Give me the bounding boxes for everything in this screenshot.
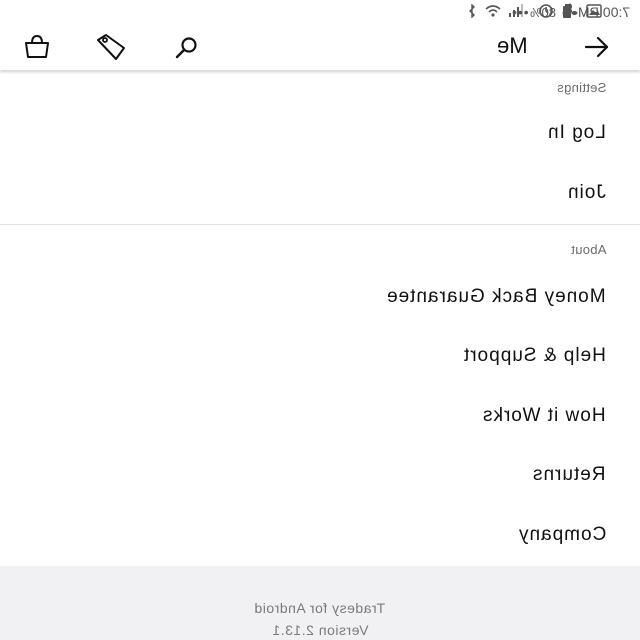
alarm-icon <box>538 3 554 22</box>
bluetooth-icon <box>466 2 478 21</box>
menu-item-join[interactable]: Join <box>0 166 640 222</box>
wifi-icon <box>484 4 502 21</box>
section-title-about: About <box>570 242 606 257</box>
menu-item-label: Company <box>517 524 606 545</box>
menu-item-returns[interactable]: Returns <box>0 448 640 504</box>
menu-item-label: Money Back Guarantee <box>386 286 606 307</box>
app-footer: Tradesy for Android Version 2.13.1 <box>0 566 640 640</box>
status-notifications: ••• <box>512 3 602 21</box>
footer-app-name: Tradesy for Android <box>0 600 640 616</box>
menu-item-label: Log In <box>547 122 606 143</box>
menu-item-log-in[interactable]: Log In <box>0 106 640 162</box>
menu-item-how-it-works[interactable]: How it Works <box>0 389 640 445</box>
shopping-bag-icon[interactable] <box>22 32 52 62</box>
menu-item-label: Returns <box>532 464 606 485</box>
section-divider <box>0 224 640 225</box>
gallery-icon <box>585 3 602 21</box>
menu-item-money-back-guarantee[interactable]: Money Back Guarantee <box>0 270 640 326</box>
menu-item-label: Join <box>567 182 606 203</box>
footer-version-text: Version 2.13.1 <box>271 622 369 638</box>
search-icon[interactable] <box>172 32 202 62</box>
menu-item-company[interactable]: Company <box>0 508 640 564</box>
section-title-settings: Settings <box>556 80 606 95</box>
menu-item-label: How it Works <box>482 405 606 426</box>
status-bar: 80% 7:00 PM ••• <box>0 0 640 24</box>
menu-item-label: Help & Support <box>463 345 606 366</box>
dots-icon: ••• <box>512 4 530 20</box>
tag-icon[interactable] <box>96 32 126 62</box>
fan-icon <box>562 3 578 22</box>
menu-item-help-support[interactable]: Help & Support <box>0 329 640 385</box>
page-title: Me <box>497 33 528 58</box>
footer-version: Version 2.13.1 <box>0 622 640 638</box>
footer-app-name-text: Tradesy for Android <box>254 600 386 616</box>
back-arrow-icon[interactable] <box>582 32 612 62</box>
app-header: Me <box>0 24 640 70</box>
